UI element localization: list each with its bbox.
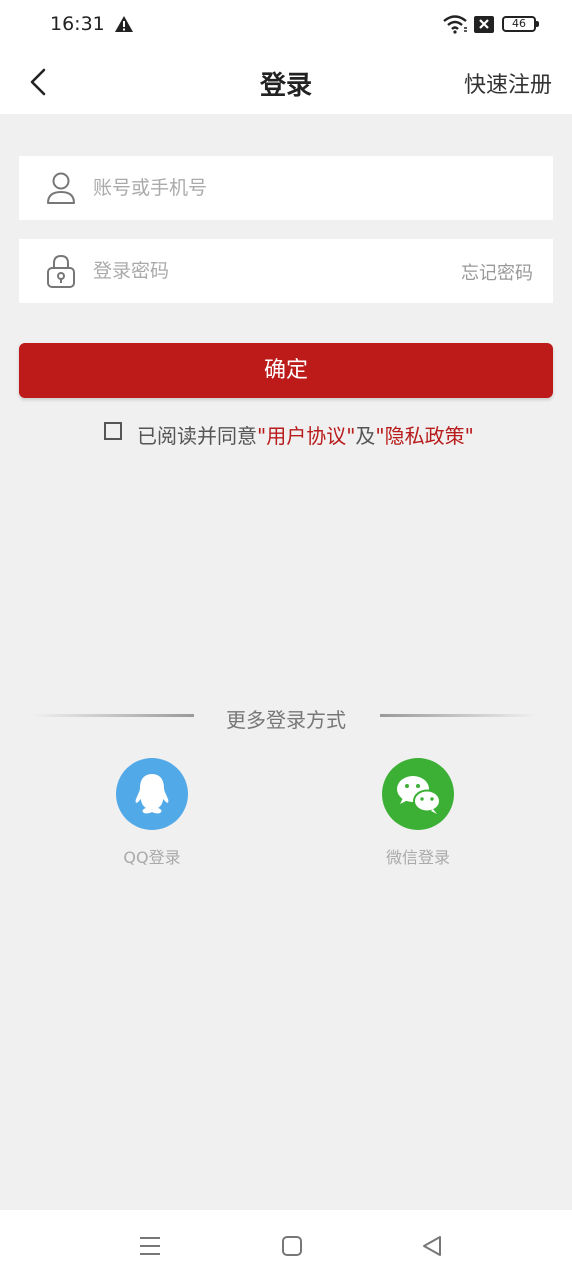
home-icon[interactable] xyxy=(278,1232,306,1260)
qq-login-button[interactable]: QQ登录 xyxy=(92,758,212,868)
password-input[interactable] xyxy=(93,239,433,303)
header: 登录 快速注册 xyxy=(0,50,572,114)
agreement-prefix: 已阅读并同意 xyxy=(137,424,257,448)
more-login-header: 更多登录方式 xyxy=(0,700,572,736)
wechat-login-button[interactable]: 微信登录 xyxy=(358,758,478,868)
qq-icon xyxy=(116,758,188,830)
status-time: 16:31 xyxy=(50,13,105,35)
quote-mark: " xyxy=(464,424,474,448)
forgot-password-link[interactable]: 忘记密码 xyxy=(461,259,533,285)
user-icon xyxy=(47,172,75,204)
back-triangle-icon[interactable] xyxy=(418,1232,446,1260)
quick-register-link[interactable]: 快速注册 xyxy=(464,67,552,99)
user-agreement-link[interactable]: 用户协议 xyxy=(266,424,346,448)
quote-mark: " xyxy=(375,424,385,448)
wifi-icon xyxy=(443,15,467,34)
agreement-text: 已阅读并同意"用户协议"及"隐私政策" xyxy=(137,420,474,449)
password-field: 忘记密码 xyxy=(19,239,553,303)
quote-mark: " xyxy=(257,424,267,448)
wechat-login-label: 微信登录 xyxy=(385,848,450,867)
menu-icon[interactable] xyxy=(136,1232,164,1260)
qq-login-label: QQ登录 xyxy=(123,848,181,867)
status-bar: 16:31 46 xyxy=(0,0,572,50)
battery-icon: 46 xyxy=(502,16,539,32)
more-login-title: 更多登录方式 xyxy=(226,708,346,732)
sim-off-icon xyxy=(474,16,494,33)
system-nav-bar xyxy=(0,1210,572,1280)
lock-icon xyxy=(47,254,75,288)
agreement-conjunction: 及 xyxy=(355,424,376,448)
agreement-checkbox[interactable] xyxy=(104,422,122,440)
account-field xyxy=(19,156,553,220)
divider xyxy=(380,714,536,717)
confirm-button[interactable]: 确定 xyxy=(19,343,553,398)
wechat-icon xyxy=(382,758,454,830)
warning-icon xyxy=(115,16,133,32)
privacy-policy-link[interactable]: 隐私政策 xyxy=(385,424,465,448)
account-input[interactable] xyxy=(93,156,533,220)
